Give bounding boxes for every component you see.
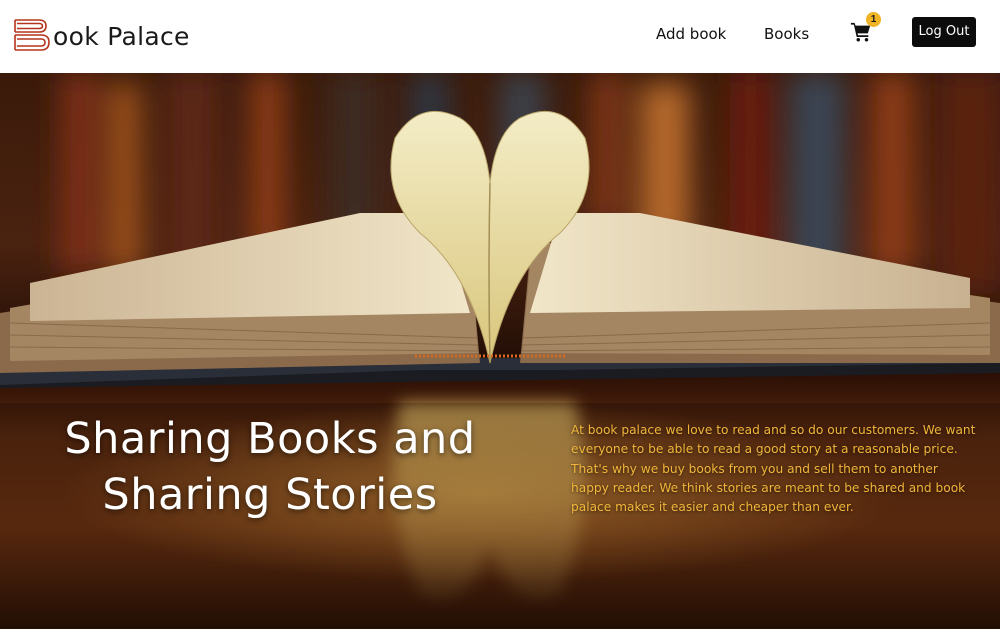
brand-name: ook Palace	[53, 22, 190, 51]
hero-title: Sharing Books and Sharing Stories	[40, 411, 500, 523]
cart-count-badge: 1	[866, 12, 881, 27]
cart-button[interactable]: 1	[850, 12, 881, 45]
navbar: ook Palace Add book Books 1 Log Out	[0, 0, 1000, 73]
open-book-heart-photo	[0, 73, 1000, 629]
book-stack-b-icon	[14, 19, 50, 51]
hero-title-line2: Sharing Stories	[102, 470, 438, 520]
logout-button[interactable]: Log Out	[912, 17, 976, 47]
nav-books-link[interactable]: Books	[764, 24, 809, 44]
hero-banner: Sharing Books and Sharing Stories At boo…	[0, 73, 1000, 629]
hero-title-line1: Sharing Books and	[64, 414, 476, 464]
brand-logo[interactable]: ook Palace	[13, 15, 190, 55]
hero-description: At book palace we love to read and so do…	[571, 423, 976, 515]
nav-add-book-link[interactable]: Add book	[656, 24, 726, 44]
